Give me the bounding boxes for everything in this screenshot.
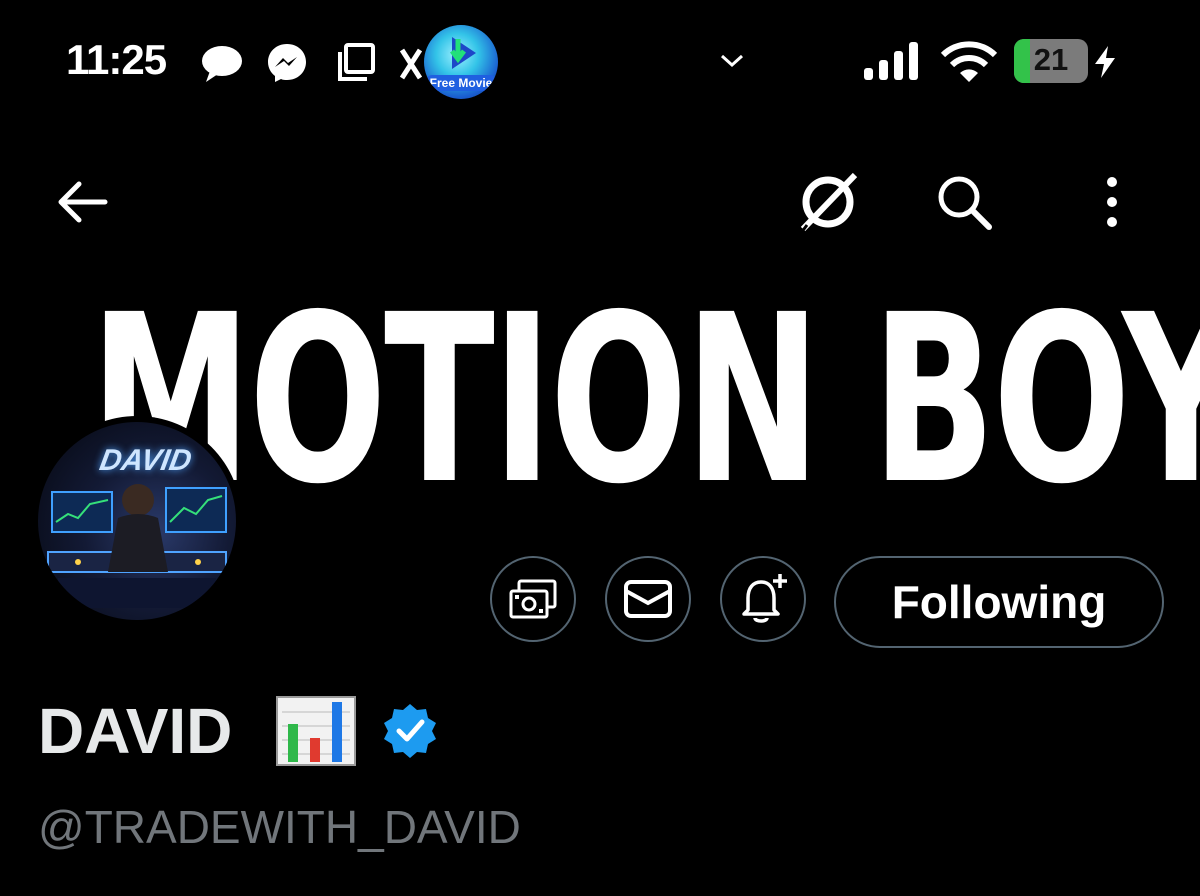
message-icon — [624, 580, 672, 618]
x-icon — [400, 48, 422, 80]
wifi-icon — [940, 41, 998, 82]
copy-icon — [338, 43, 375, 81]
avatar-image: DAVID — [38, 422, 236, 620]
free-movie-app-icon: Free Movie — [424, 25, 498, 99]
free-movie-label: Free Movie — [426, 75, 496, 91]
chevron-down-icon[interactable] — [718, 52, 746, 70]
grok-button[interactable] — [782, 156, 874, 248]
avatar-name-text: DAVID — [97, 444, 195, 477]
bar-chart-emoji — [276, 696, 356, 766]
profile-handle: @TRADEWITH_DAVID — [38, 801, 521, 853]
grok-icon — [799, 172, 858, 234]
back-arrow-icon — [58, 181, 108, 223]
notifications-button[interactable] — [720, 556, 806, 642]
more-vertical-icon — [1107, 177, 1117, 227]
tip-button[interactable] — [490, 556, 576, 642]
charging-bolt-icon — [1095, 46, 1115, 78]
avatar[interactable]: DAVID — [32, 416, 242, 626]
display-name: DAVID — [38, 695, 233, 767]
chat-bubble-icon — [202, 46, 242, 82]
back-button[interactable] — [36, 156, 128, 248]
search-icon — [938, 176, 992, 230]
search-button[interactable] — [918, 156, 1010, 248]
verified-badge-icon[interactable] — [382, 702, 438, 758]
more-button[interactable] — [1066, 156, 1158, 248]
messenger-icon — [268, 44, 306, 82]
notification-bell-plus-icon — [742, 574, 787, 623]
battery-level: 21 — [1033, 42, 1069, 77]
tip-jar-icon — [509, 579, 557, 619]
signal-icon — [864, 42, 918, 80]
status-bar: 11:25 Free Movie 21 — [0, 0, 1200, 120]
following-button[interactable]: Following — [834, 556, 1164, 648]
status-time: 11:25 — [66, 36, 167, 83]
message-button[interactable] — [605, 556, 691, 642]
battery-icon: 21 — [1014, 39, 1092, 83]
